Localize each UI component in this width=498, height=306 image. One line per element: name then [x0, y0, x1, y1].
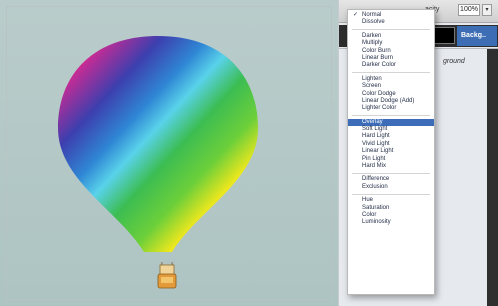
menu-item-color[interactable]: Color — [348, 212, 434, 219]
menu-item-soft-light[interactable]: Soft Light — [348, 126, 434, 133]
menu-item-label: Multiply — [362, 40, 383, 47]
menu-item-linear-dodge-add[interactable]: Linear Dodge (Add) — [348, 98, 434, 105]
checkmark-icon: ✓ — [353, 12, 359, 18]
menu-item-label: Luminosity — [362, 219, 391, 226]
menu-item-label: Difference — [362, 176, 390, 183]
menu-item-label: Dissolve — [362, 19, 385, 26]
menu-item-difference[interactable]: Difference — [348, 176, 434, 183]
menu-item-label: Pin Light — [362, 155, 386, 162]
blend-mode-menu[interactable]: ✓ Normal Dissolve Darken Multiply Color Burn L… — [347, 9, 435, 295]
menu-item-saturation[interactable]: Saturation — [348, 205, 434, 212]
menu-item-luminosity[interactable]: Luminosity — [348, 219, 434, 226]
menu-item-pin-light[interactable]: Pin Light — [348, 156, 434, 163]
menu-item-darker-color[interactable]: Darker Color — [348, 62, 434, 69]
menu-item-label: Screen — [362, 83, 382, 90]
menu-separator — [352, 29, 430, 31]
layer-name-selected[interactable]: Backg.. — [457, 26, 497, 46]
opacity-field[interactable]: 100% — [458, 4, 480, 16]
opacity-dropdown-button[interactable]: ▾ — [482, 4, 492, 16]
menu-item-screen[interactable]: Screen — [348, 83, 434, 90]
menu-item-label: Soft Light — [362, 126, 388, 133]
menu-item-label: Linear Burn — [362, 54, 394, 61]
balloon-envelope — [58, 36, 258, 252]
balloon-image — [58, 36, 258, 252]
menu-item-label: Hard Light — [362, 133, 390, 140]
menu-item-label: Darken — [362, 32, 382, 39]
menu-item-darken[interactable]: Darken — [348, 33, 434, 40]
menu-item-label: Normal — [362, 12, 382, 18]
menu-item-lighten[interactable]: Lighten — [348, 76, 434, 83]
menu-separator — [352, 72, 430, 74]
menu-item-multiply[interactable]: Multiply — [348, 40, 434, 47]
menu-item-label: Color — [362, 211, 377, 218]
menu-item-label: Darker Color — [362, 62, 397, 69]
menu-item-label: Color Dodge — [362, 90, 396, 97]
panel-scroll-strip — [487, 49, 498, 306]
menu-item-linear-burn[interactable]: Linear Burn — [348, 55, 434, 62]
menu-item-label: Exclusion — [362, 183, 388, 190]
menu-item-label: Saturation — [362, 204, 390, 211]
menu-separator — [352, 193, 430, 195]
menu-item-label: Lighter Color — [362, 105, 397, 112]
menu-item-color-dodge[interactable]: Color Dodge — [348, 91, 434, 98]
menu-item-dissolve[interactable]: Dissolve — [348, 19, 434, 26]
layer-name-background[interactable]: ground — [443, 58, 465, 65]
menu-item-label: Hard Mix — [362, 163, 387, 170]
menu-item-label: Linear Dodge (Add) — [362, 97, 415, 104]
menu-item-color-burn[interactable]: Color Burn — [348, 48, 434, 55]
menu-item-label: Hue — [362, 197, 374, 204]
menu-item-exclusion[interactable]: Exclusion — [348, 184, 434, 191]
menu-item-overlay[interactable]: Overlay — [348, 118, 434, 127]
menu-separator — [352, 115, 430, 117]
menu-item-lighter-color[interactable]: Lighter Color — [348, 105, 434, 112]
menu-item-hue[interactable]: Hue — [348, 197, 434, 204]
balloon-basket — [157, 262, 177, 289]
menu-item-hard-mix[interactable]: Hard Mix — [348, 163, 434, 170]
document-canvas[interactable] — [0, 0, 338, 306]
menu-item-label: Overlay — [362, 118, 383, 125]
menu-item-label: Lighten — [362, 75, 382, 82]
menu-item-normal[interactable]: ✓ Normal — [348, 12, 434, 19]
menu-item-hard-light[interactable]: Hard Light — [348, 133, 434, 140]
menu-item-vivid-light[interactable]: Vivid Light — [348, 141, 434, 148]
menu-item-label: Color Burn — [362, 47, 391, 54]
menu-item-linear-light[interactable]: Linear Light — [348, 148, 434, 155]
menu-separator — [352, 172, 430, 174]
menu-item-label: Linear Light — [362, 148, 394, 155]
menu-item-label: Vivid Light — [362, 140, 390, 147]
